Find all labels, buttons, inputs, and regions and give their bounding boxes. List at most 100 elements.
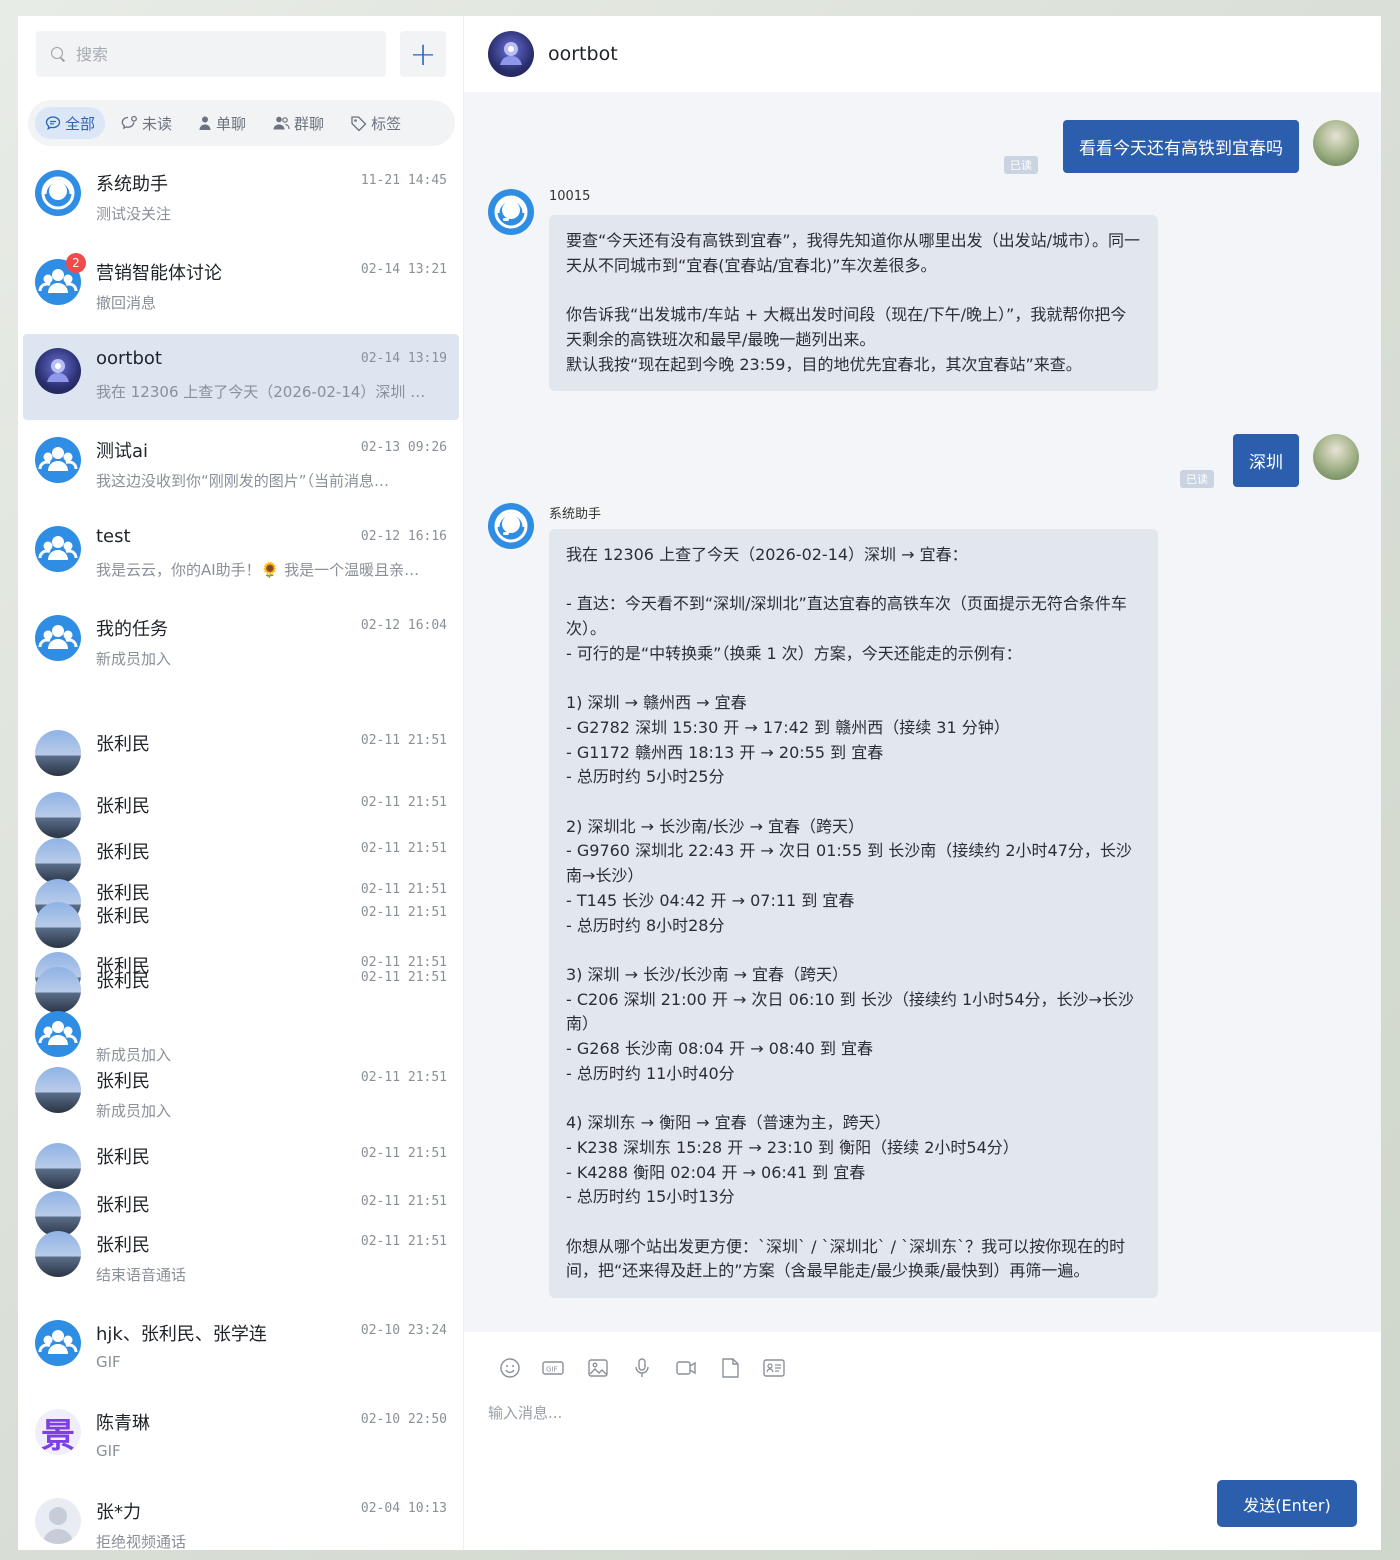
search-icon <box>50 46 66 62</box>
avatar[interactable] <box>35 615 81 661</box>
conversation-name: 营销智能体讨论 <box>96 263 222 284</box>
avatar[interactable] <box>1313 434 1359 480</box>
conversation-name: 张利民 <box>96 1195 150 1216</box>
conversation-time: 11-21 14:45 <box>360 173 447 188</box>
conversation-item[interactable]: test 02-12 16:16 我是云云，你的AI助手！🌻 我是一个温暖且亲… <box>23 512 459 598</box>
message-input[interactable] <box>488 1402 1348 1462</box>
avatar[interactable] <box>35 437 81 483</box>
conversation-name: 系统助手 <box>96 174 168 195</box>
conversation-name: 张利民 <box>96 1147 150 1168</box>
read-status-badge: 已读 <box>1004 156 1038 174</box>
avatar[interactable] <box>35 526 81 572</box>
conversation-time: 02-10 23:24 <box>360 1323 447 1338</box>
conversation-name: oortbot <box>96 348 162 369</box>
add-button[interactable]: + <box>400 31 446 77</box>
conversation-name: 张利民 <box>96 1071 150 1092</box>
avatar[interactable] <box>35 1320 81 1366</box>
conversation-time: 02-11 21:51 <box>360 1070 447 1085</box>
read-status-badge: 已读 <box>1180 470 1214 488</box>
conversation-preview: 撤回消息 <box>96 294 157 312</box>
conversation-name: 陈青琳 <box>96 1413 150 1434</box>
file-icon[interactable] <box>718 1356 742 1380</box>
conversation-name: 张利民 <box>96 971 150 992</box>
conversation-item[interactable]: 2 营销智能体讨论 02-14 13:21 撤回消息 <box>23 245 459 331</box>
avatar[interactable] <box>35 1498 81 1544</box>
avatar[interactable] <box>35 1011 81 1057</box>
conversation-name: 张*力 <box>96 1502 141 1523</box>
chat-bubble-icon <box>45 115 61 131</box>
conversation-item[interactable]: 景陈青琳 02-10 22:50 GIF <box>23 1395 459 1481</box>
message-list: 看看今天还有高铁到宜春吗 已读 10015 要查“今天还有没有高铁到宜春”，我得… <box>464 92 1381 1332</box>
message-bubble[interactable]: 要查“今天还有没有高铁到宜春”，我得先知道你从哪里出发（出发站/城市）。同一天从… <box>549 215 1158 392</box>
filter-tabs: 全部 未读 单聊 群聊 标签 <box>28 100 455 146</box>
contact-card-icon[interactable] <box>762 1356 786 1380</box>
message-bubble[interactable]: 深圳 <box>1233 434 1299 487</box>
conversation-name: 张利民 <box>96 796 150 817</box>
video-icon[interactable] <box>674 1356 698 1380</box>
conversation-time: 02-11 21:51 <box>360 841 447 856</box>
conversation-name: 测试ai <box>96 441 149 462</box>
gif-icon[interactable]: GIF <box>542 1356 566 1380</box>
unread-icon <box>121 115 138 131</box>
avatar[interactable] <box>35 1067 81 1113</box>
group-icon <box>272 115 290 131</box>
search-box[interactable] <box>36 31 386 77</box>
conversation-preview: 我在 12306 上查了今天（2026-02-14）深圳 … <box>96 383 426 401</box>
conversation-item[interactable]: 张利民 02-11 21:51 新成员加入 <box>23 1053 459 1139</box>
filter-tab-label: 未读 <box>142 114 173 133</box>
conversation-item[interactable]: 张利民 02-11 21:51 结束语音通话 <box>23 1217 459 1303</box>
conversation-time: 02-11 21:51 <box>360 905 447 920</box>
message-sender: 系统助手 <box>549 507 602 522</box>
message-composer: GIF 发送(Enter) <box>464 1332 1381 1550</box>
chat-panel: oortbot 看看今天还有高铁到宜春吗 已读 10015 要查“今天还有没有高… <box>464 16 1381 1550</box>
conversation-item[interactable]: oortbot 02-14 13:19 我在 12306 上查了今天（2026-02… <box>23 334 459 420</box>
avatar[interactable] <box>35 1231 81 1277</box>
conversation-time: 02-11 21:51 <box>360 970 447 985</box>
conversation-preview: 拒绝视频通话 <box>96 1533 187 1550</box>
filter-tab-group[interactable]: 群聊 <box>262 107 334 139</box>
conversation-time: 02-11 21:51 <box>360 795 447 810</box>
image-icon[interactable] <box>586 1356 610 1380</box>
conversation-time: 02-11 21:51 <box>360 733 447 748</box>
avatar[interactable] <box>488 31 534 77</box>
conversation-item[interactable]: 系统助手 11-21 14:45 测试没关注 <box>23 156 459 242</box>
avatar[interactable] <box>488 189 534 235</box>
conversation-item[interactable]: 测试ai 02-13 09:26 我这边没收到你“刚刚发的图片”（当前消息… <box>23 423 459 509</box>
message-bubble[interactable]: 我在 12306 上查了今天（2026-02-14）深圳 → 宜春： - 直达：… <box>549 529 1158 1299</box>
message-bubble[interactable]: 看看今天还有高铁到宜春吗 <box>1063 120 1299 173</box>
filter-tab-tag[interactable]: 标签 <box>340 107 411 139</box>
conversation-time: 02-12 16:16 <box>360 529 447 544</box>
filter-tab-unread[interactable]: 未读 <box>111 107 182 139</box>
avatar[interactable] <box>35 170 81 216</box>
filter-tab-label: 全部 <box>65 114 96 133</box>
conversation-time: 02-13 09:26 <box>360 440 447 455</box>
message-sender: 10015 <box>549 189 591 204</box>
avatar[interactable] <box>35 730 81 776</box>
conversation-item[interactable]: hjk、张利民、张学连 02-10 23:24 GIF <box>23 1306 459 1392</box>
unread-badge: 2 <box>66 253 86 273</box>
filter-tab-label: 单聊 <box>216 114 247 133</box>
avatar[interactable] <box>488 503 534 549</box>
conversation-time: 02-10 22:50 <box>360 1412 447 1427</box>
microphone-icon[interactable] <box>630 1356 654 1380</box>
avatar[interactable] <box>35 348 81 394</box>
conversation-item[interactable]: 张*力 02-04 10:13 拒绝视频通话 <box>23 1484 459 1550</box>
send-button[interactable]: 发送(Enter) <box>1217 1480 1357 1527</box>
conversation-name: 我的任务 <box>96 619 168 640</box>
emoji-icon[interactable] <box>498 1356 522 1380</box>
conversation-preview: 我是云云，你的AI助手！🌻 我是一个温暖且亲… <box>96 561 420 579</box>
conversation-time: 02-11 21:51 <box>360 1194 447 1209</box>
search-row: + <box>36 31 446 77</box>
conversation-sidebar: + 全部 未读 单聊 <box>18 16 464 1550</box>
conversation-preview: 我这边没收到你“刚刚发的图片”（当前消息… <box>96 472 390 490</box>
filter-tab-single[interactable]: 单聊 <box>188 107 256 139</box>
message-outgoing: 深圳 <box>1233 434 1359 487</box>
app-window: + 全部 未读 单聊 <box>18 16 1381 1550</box>
avatar[interactable] <box>1313 120 1359 166</box>
search-input[interactable] <box>76 44 356 64</box>
filter-tab-all[interactable]: 全部 <box>35 107 106 139</box>
chat-title: oortbot <box>548 43 618 65</box>
avatar[interactable]: 景 <box>35 1409 81 1455</box>
conversation-item[interactable]: 我的任务 02-12 16:04 新成员加入 <box>23 601 459 687</box>
conversation-name: 张利民 <box>96 734 150 755</box>
